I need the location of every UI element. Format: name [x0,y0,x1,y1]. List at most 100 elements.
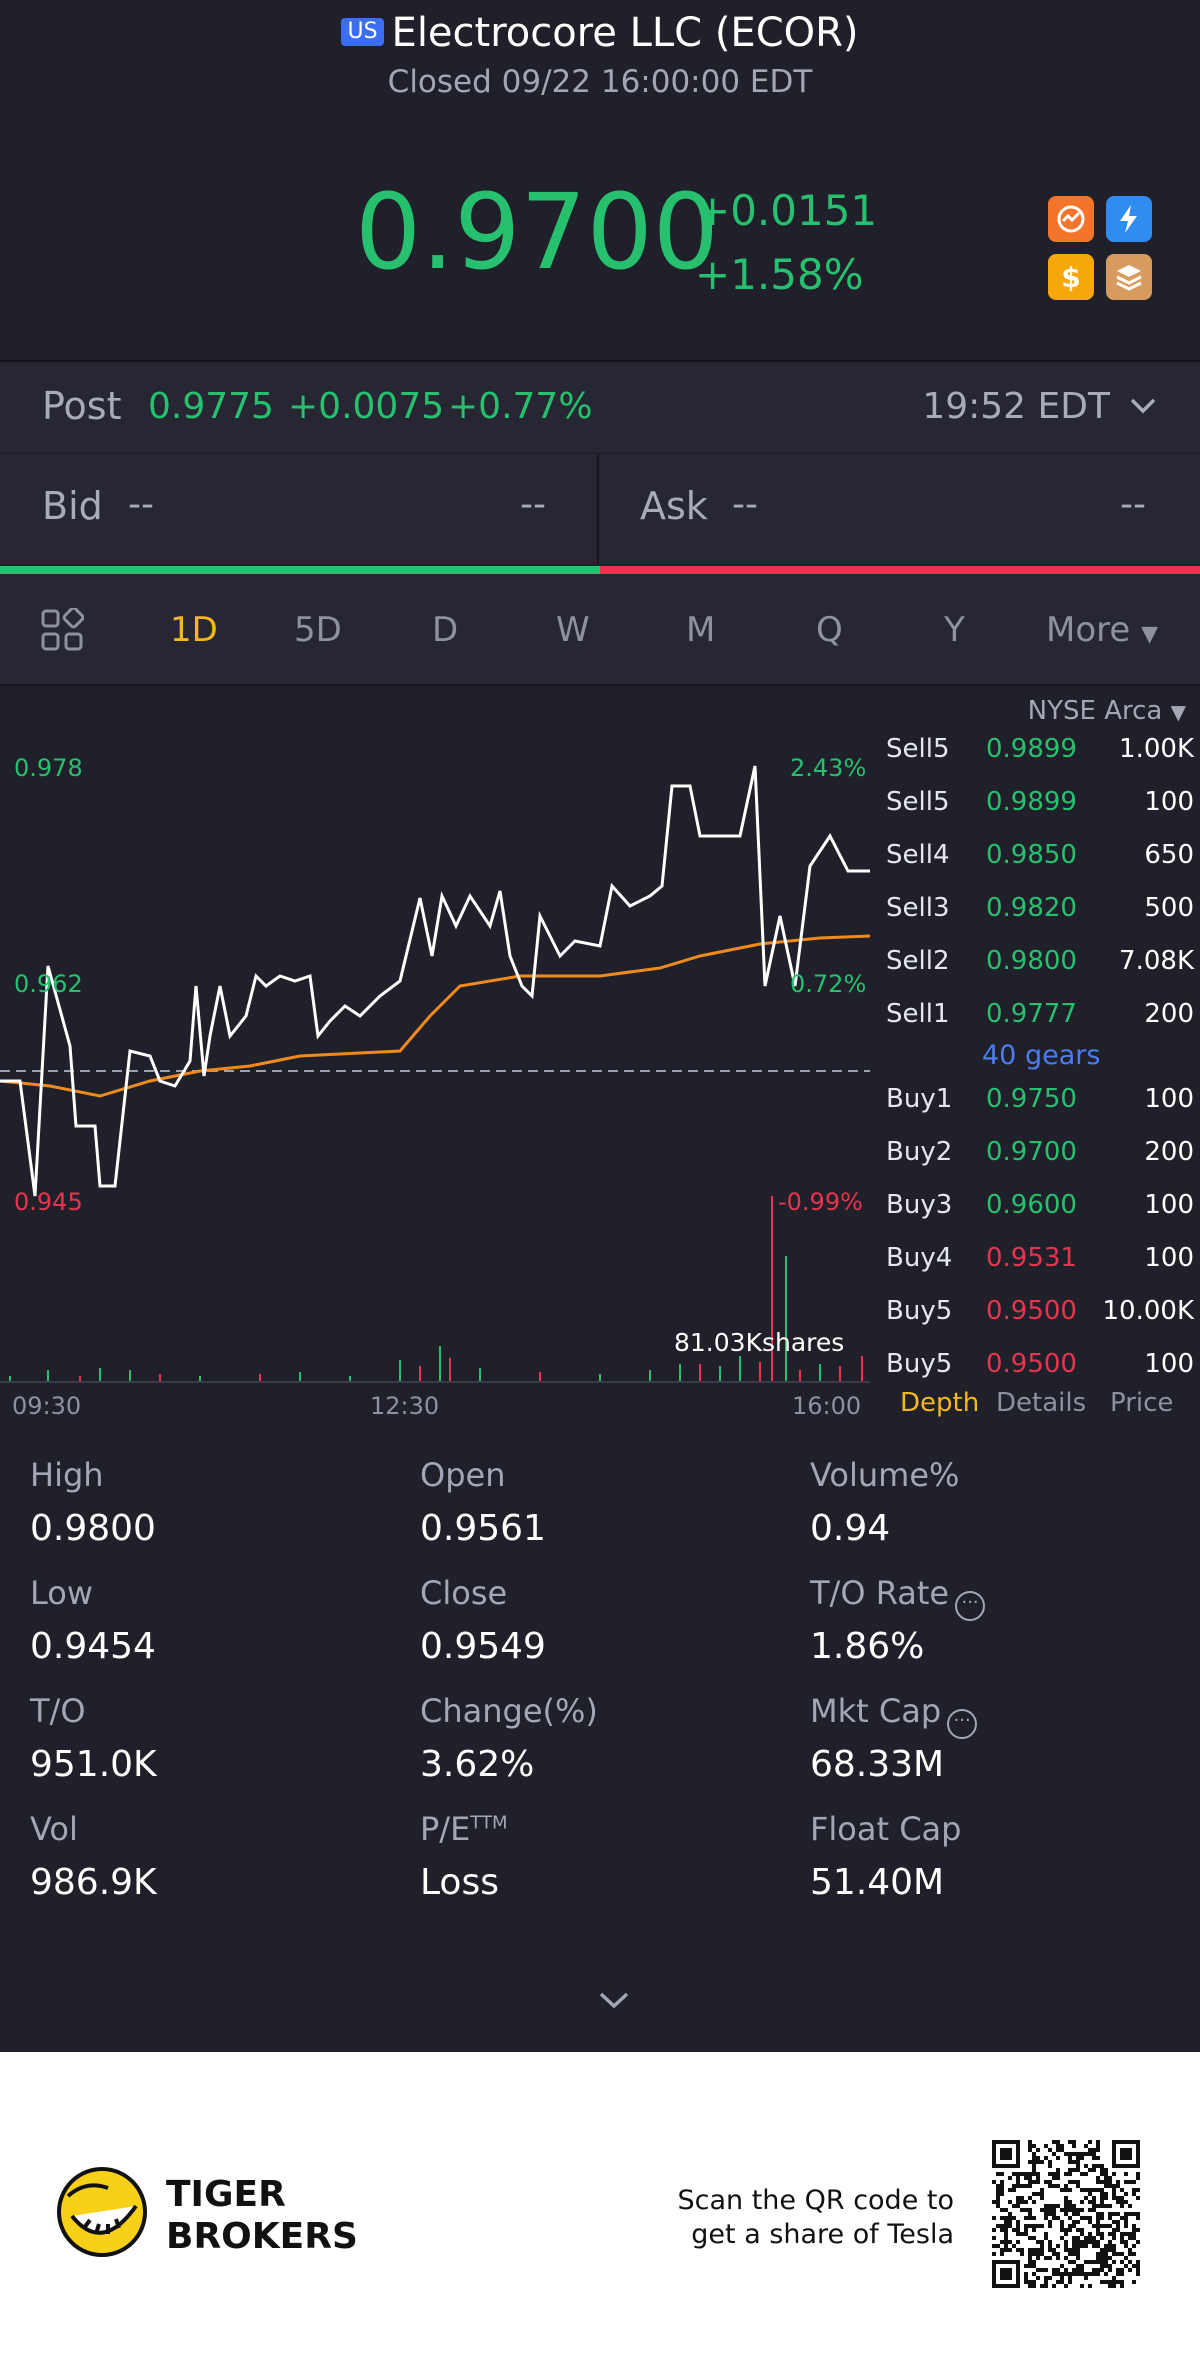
quote-header: US Electrocore LLC (ECOR) Closed 09/22 16… [0,0,1200,360]
stat-label: T/O [30,1692,86,1730]
depth-qty: 100 [1144,1243,1194,1273]
order-book: NYSE Arca ▼ Sell5 0.9899 1.00K Sell5 0.9899 1… [870,686,1200,1426]
depth-price: 0.9777 [986,999,1077,1029]
buy-order-row[interactable]: Buy5 0.9500 100 [870,1349,1200,1389]
sell-order-row[interactable]: Sell5 0.9899 1.00K [870,734,1200,774]
stat-label: Low [30,1574,94,1612]
post-time: 19:52 EDT [922,386,1110,427]
scan-prompt: Scan the QR code to get a share of Tesla [670,2184,954,2252]
depth-level: Buy2 [886,1137,953,1167]
share-footer: TIGER BROKERS Scan the QR code to get a … [0,2052,1200,2375]
qr-code-icon [992,2140,1140,2288]
ask-qty: -- [1120,484,1146,525]
depth-qty: 100 [1144,1349,1194,1379]
x-label-open: 09:30 [12,1392,82,1420]
bid-ask-panel: Bid -- -- Ask -- -- [0,454,1200,564]
stat-label: Open [420,1456,506,1494]
scan-line1: Scan the QR code to [677,2185,954,2216]
depth-level: Sell3 [886,893,950,923]
lightning-icon[interactable] [1106,196,1152,242]
sell-order-row[interactable]: Sell1 0.9777 200 [870,999,1200,1039]
tab-depth[interactable]: Depth [900,1388,979,1418]
stat-value: 51.40M [810,1862,945,1903]
layers-icon[interactable] [1106,254,1152,300]
stat-value: 0.94 [810,1508,891,1549]
depth-level: Buy4 [886,1243,953,1273]
sell-order-row[interactable]: Sell4 0.9850 650 [870,840,1200,880]
tab-y[interactable]: Y [944,610,965,650]
info-icon[interactable]: ··· [947,1709,978,1739]
tab-5d[interactable]: 5D [294,610,342,650]
depth-level: Sell5 [886,787,950,817]
depth-price: 0.9500 [986,1296,1077,1326]
post-market-row[interactable]: Post 0.9775 +0.0075 +0.77% 19:52 EDT [0,362,1200,452]
post-change: +0.0075 [288,386,445,427]
chevron-down-icon[interactable] [1128,390,1158,420]
tab-1d[interactable]: 1D [170,610,218,650]
tab-q[interactable]: Q [816,610,843,650]
depth-qty: 500 [1144,893,1194,923]
stat-value: Loss [420,1862,499,1903]
stat-label: Vol [30,1810,78,1848]
tab-details[interactable]: Details [996,1388,1086,1418]
depth-price: 0.9820 [986,893,1077,923]
depth-price: 0.9600 [986,1190,1077,1220]
bid-qty: -- [520,484,546,525]
depth-price: 0.9500 [986,1349,1077,1379]
sell-order-row[interactable]: Sell5 0.9899 100 [870,787,1200,827]
depth-price: 0.9750 [986,1084,1077,1114]
post-change-pct: +0.77% [448,386,593,427]
intraday-chart[interactable]: 0.978 0.962 0.945 2.43% 0.72% -0.99% 81.… [0,686,870,1426]
market-status: Closed 09/22 16:00:00 EDT [387,64,813,100]
chart-canvas [0,765,870,1383]
info-icon[interactable]: ··· [955,1591,986,1621]
tiger-logo-icon [57,2167,147,2257]
buy-order-row[interactable]: Buy2 0.9700 200 [870,1137,1200,1177]
price-change-pct: +1.58% [695,250,864,299]
dollar-icon[interactable]: $ [1048,254,1094,300]
depth-level: Sell1 [886,999,950,1029]
depth-level: Buy3 [886,1190,953,1220]
brand-line1: TIGER [166,2174,286,2215]
pct-axis-bottom: -0.99% [778,1188,863,1216]
x-label-mid: 12:30 [370,1392,440,1420]
scan-line2: get a share of Tesla [691,2219,954,2250]
stat-label: Change(%) [420,1692,598,1730]
expand-chevron-icon[interactable] [598,1990,630,2010]
depth-price: 0.9700 [986,1137,1077,1167]
depth-level: Buy5 [886,1349,953,1379]
depth-price: 0.9800 [986,946,1077,976]
stat-label: Close [420,1574,508,1612]
depth-price: 0.9899 [986,787,1077,817]
stat-value: 951.0K [30,1744,157,1785]
stat-value: 1.86% [810,1626,925,1667]
depth-price: 0.9850 [986,840,1077,870]
stat-value: 0.9800 [30,1508,156,1549]
tab-m[interactable]: M [686,610,715,650]
buy-order-row[interactable]: Buy5 0.9500 10.00K [870,1296,1200,1336]
fire-icon[interactable] [1048,196,1094,242]
pct-axis-top: 2.43% [790,754,867,782]
tab-price[interactable]: Price [1110,1388,1173,1418]
tab-d[interactable]: D [432,610,458,650]
depth-gears[interactable]: 40 gears [982,1040,1100,1071]
depth-qty: 1.00K [1119,734,1194,764]
stat-label: Mkt Cap ··· [810,1692,978,1739]
volume-max-label: 81.03Kshares [674,1328,845,1357]
buy-order-row[interactable]: Buy3 0.9600 100 [870,1190,1200,1230]
sell-order-row[interactable]: Sell3 0.9820 500 [870,893,1200,933]
tab-more[interactable]: More ▼ [1046,610,1158,650]
depth-price: 0.9899 [986,734,1077,764]
depth-qty: 7.08K [1119,946,1194,976]
depth-qty: 200 [1144,999,1194,1029]
buy-order-row[interactable]: Buy1 0.9750 100 [870,1084,1200,1124]
layout-grid-icon[interactable] [40,608,84,652]
sell-order-row[interactable]: Sell2 0.9800 7.08K [870,946,1200,986]
exchange-selector[interactable]: NYSE Arca ▼ [1028,696,1186,726]
ask-price: -- [732,484,758,525]
buy-order-row[interactable]: Buy4 0.9531 100 [870,1243,1200,1283]
tab-more-label: More [1046,610,1131,650]
ask-strength-bar [600,566,1200,574]
caret-down-icon: ▼ [1141,622,1159,647]
tab-w[interactable]: W [556,610,590,650]
